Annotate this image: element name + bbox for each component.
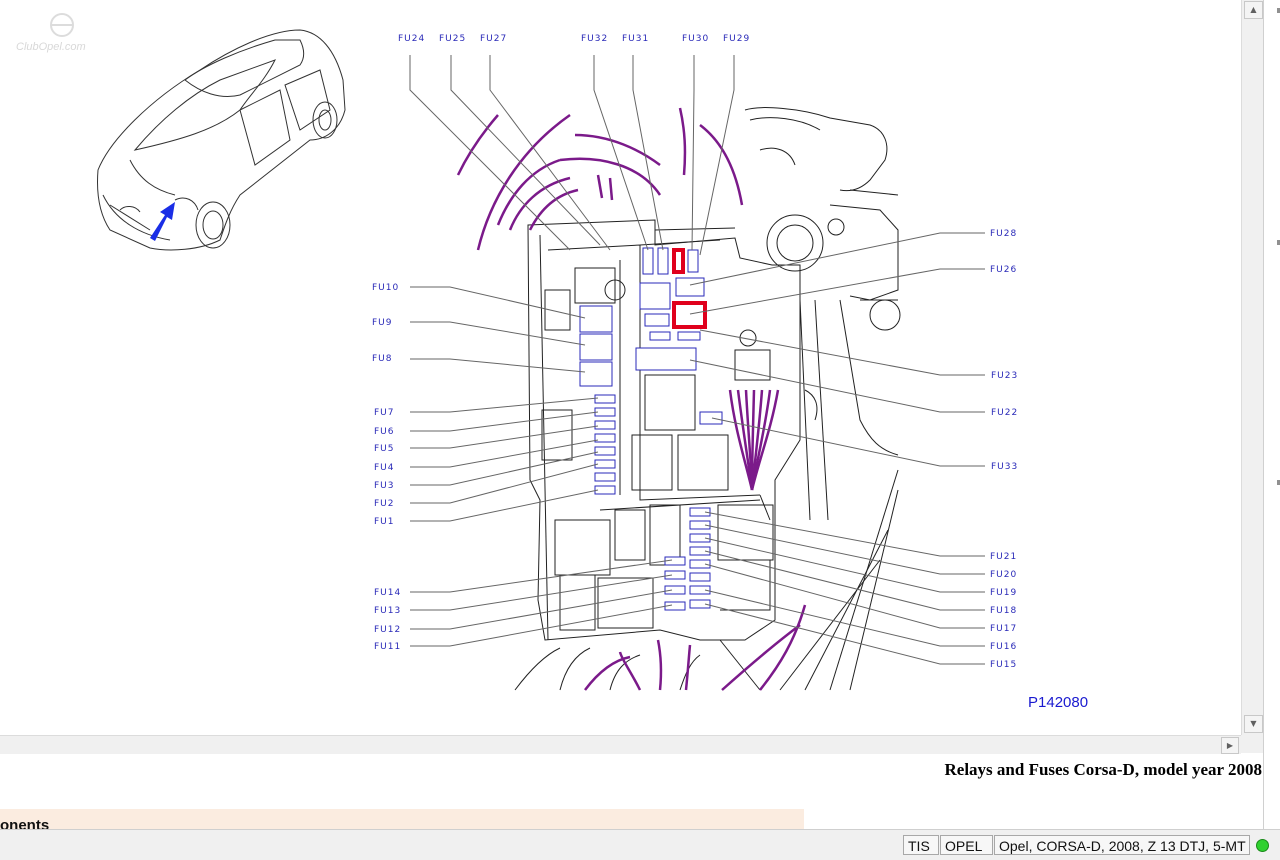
status-app: TIS: [903, 835, 939, 855]
fuse-label-fu27: FU27: [480, 34, 507, 44]
labels-top: FU24 FU25 FU27 FU32 FU31 FU30 FU29: [398, 34, 750, 44]
status-bar: TIS OPEL Opel, CORSA-D, 2008, Z 13 DTJ, …: [0, 829, 1280, 860]
horizontal-scrollbar[interactable]: ▶: [0, 735, 1241, 754]
fuse-label-fu10: FU10: [372, 283, 399, 293]
document-title: Relays and Fuses Corsa-D, model year 200…: [944, 760, 1262, 779]
fuse-label-fu28: FU28: [990, 229, 1017, 239]
status-make: OPEL: [940, 835, 993, 855]
fuse-label-fu30: FU30: [682, 34, 709, 44]
fuse-label-fu7: FU7: [374, 408, 395, 418]
fuse-label-fu16: FU16: [990, 642, 1017, 652]
fuse-label-fu26: FU26: [990, 265, 1017, 275]
fuse-label-fu15: FU15: [990, 660, 1017, 670]
location-arrow-icon: [150, 202, 175, 241]
fuse-label-fu32: FU32: [581, 34, 608, 44]
highlight-fu30: [672, 248, 685, 274]
diagram-code: P142080: [1028, 694, 1088, 711]
fuse-label-fu24: FU24: [398, 34, 425, 44]
outer-scrollbar[interactable]: [1263, 0, 1280, 829]
fuse-label-fu2: FU2: [374, 499, 395, 509]
connection-status-icon: [1256, 839, 1269, 852]
scroll-down-icon[interactable]: ▼: [1244, 715, 1263, 733]
fuse-label-fu12: FU12: [374, 625, 401, 635]
fuse-label-fu6: FU6: [374, 427, 395, 437]
fuse-label-fu14: FU14: [374, 588, 401, 598]
fuse-label-fu31: FU31: [622, 34, 649, 44]
car-illustration: [97, 29, 346, 251]
watermark-logo: ClubOpel.com: [16, 13, 86, 53]
fuse-label-fu23: FU23: [991, 371, 1018, 381]
fuse-label-fu8: FU8: [372, 354, 393, 364]
wiring-harness: [456, 107, 807, 691]
fuse-label-fu20: FU20: [990, 570, 1017, 580]
fuse-label-fu3: FU3: [374, 481, 395, 491]
fuse-label-fu9: FU9: [372, 318, 393, 328]
labels-left: FU10 FU9 FU8 FU7 FU6 FU5 FU4 FU3 FU2 FU1…: [372, 283, 401, 652]
highlight-fu26: [672, 301, 707, 329]
watermark-text: ClubOpel.com: [16, 41, 86, 53]
fuse-label-fu19: FU19: [990, 588, 1017, 598]
status-vehicle: Opel, CORSA-D, 2008, Z 13 DTJ, 5-MT: [994, 835, 1250, 855]
fuse-label-fu33: FU33: [991, 462, 1018, 472]
fuse-label-fu29: FU29: [723, 34, 750, 44]
vertical-scrollbar[interactable]: ▲ ▼: [1241, 0, 1264, 735]
fuse-label-fu4: FU4: [374, 463, 395, 473]
fuse-label-fu11: FU11: [374, 642, 401, 652]
fuse-box-diagram: ClubOpel.com FU24 FU25 FU27 FU32 FU31 FU…: [16, 13, 1088, 711]
scroll-up-icon[interactable]: ▲: [1244, 1, 1263, 19]
fuse-label-fu1: FU1: [374, 517, 395, 527]
labels-right: FU28 FU26 FU23 FU22 FU33 FU21 FU20 FU19 …: [990, 229, 1018, 670]
fuse-label-fu25: FU25: [439, 34, 466, 44]
fuse-label-fu13: FU13: [374, 606, 401, 616]
fuse-label-fu5: FU5: [374, 444, 395, 454]
section-header: onents: [0, 809, 804, 831]
scrollbar-corner: [1241, 735, 1263, 753]
fuse-label-fu17: FU17: [990, 624, 1017, 634]
fuse-label-fu22: FU22: [991, 408, 1018, 418]
diagram-viewer: ClubOpel.com FU24 FU25 FU27 FU32 FU31 FU…: [0, 0, 1241, 735]
fuse-label-fu21: FU21: [990, 552, 1017, 562]
scroll-right-icon[interactable]: ▶: [1221, 737, 1239, 754]
fuse-label-fu18: FU18: [990, 606, 1017, 616]
